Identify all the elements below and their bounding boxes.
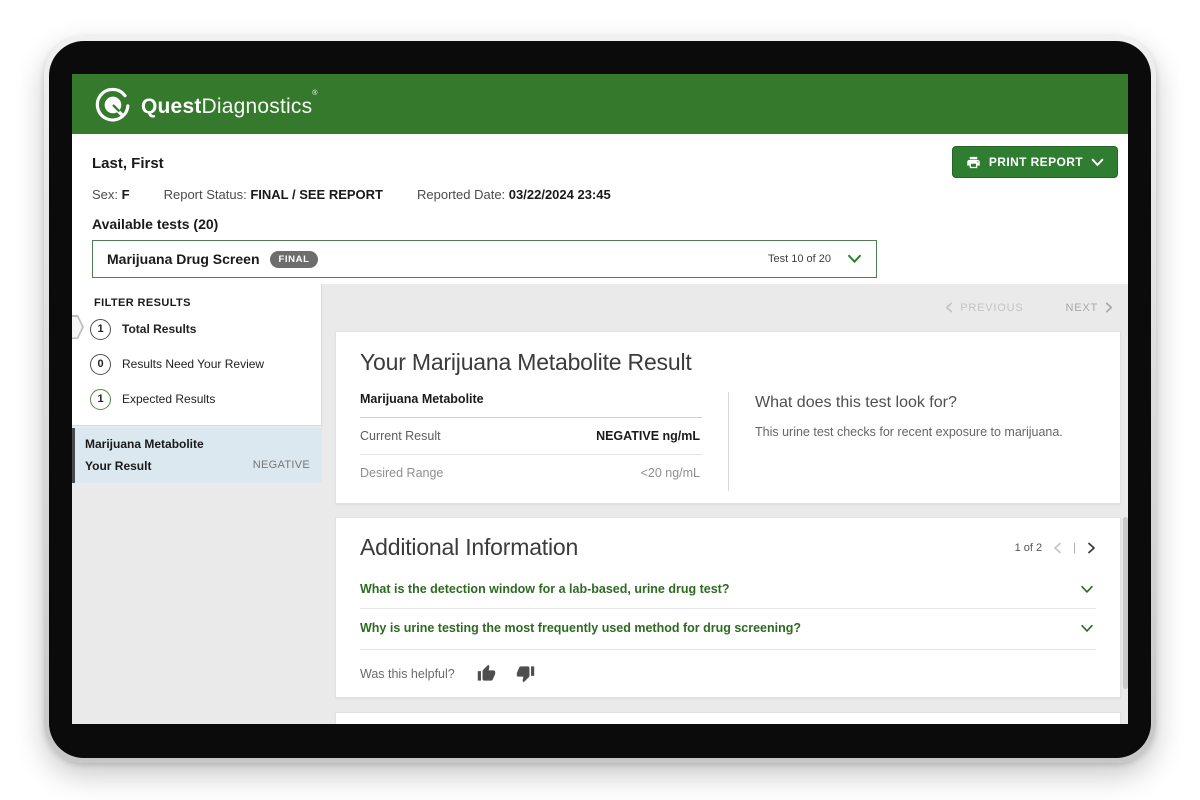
next-test-link[interactable]: NEXT bbox=[1065, 302, 1113, 314]
brand-trademark: ® bbox=[312, 90, 317, 97]
chevron-down-icon bbox=[847, 254, 862, 264]
sex-label: Sex: bbox=[92, 187, 118, 202]
scrollbar-thumb[interactable] bbox=[1123, 517, 1128, 689]
faq-list: What is the detection window for a lab-b… bbox=[360, 570, 1096, 647]
brand-wordmark: QuestDiagnostics® bbox=[141, 90, 318, 119]
brand-diagnostics: Diagnostics bbox=[202, 95, 313, 118]
sex-field: Sex: F bbox=[92, 187, 130, 202]
faq-question-text: Why is urine testing the most frequently… bbox=[360, 621, 801, 635]
table-row: Current Result NEGATIVE ng/mL bbox=[360, 418, 702, 455]
available-tests-label: Available tests (20) bbox=[92, 216, 1118, 232]
test-info-column: What does this test look for? This urine… bbox=[728, 392, 1096, 491]
test-info-title: What does this test look for? bbox=[755, 394, 1096, 412]
thumbs-up-icon bbox=[477, 664, 496, 683]
count-badge: 1 bbox=[90, 389, 111, 410]
reported-date-value: 03/22/2024 23:45 bbox=[509, 187, 611, 202]
desired-range-value: <20 ng/mL bbox=[641, 466, 700, 480]
helpful-prompt: Was this helpful? bbox=[360, 667, 455, 681]
test-position: Test 10 of 20 bbox=[768, 253, 831, 265]
filter-results-panel: FILTER RESULTS 1 Total Results 0 Results… bbox=[72, 284, 322, 426]
thumbs-down-button[interactable] bbox=[516, 664, 535, 683]
faq-question-urine-testing[interactable]: Why is urine testing the most frequently… bbox=[360, 608, 1096, 647]
chevron-right-icon bbox=[1087, 542, 1096, 554]
result-table-header: Marijuana Metabolite bbox=[360, 392, 702, 418]
chevron-left-icon bbox=[945, 302, 953, 313]
filter-item-label: Results Need Your Review bbox=[122, 357, 264, 371]
faq-next-button[interactable] bbox=[1087, 542, 1096, 554]
reported-date-label: Reported Date: bbox=[417, 187, 505, 202]
filter-item-total-results[interactable]: 1 Total Results bbox=[72, 314, 321, 344]
app-screen: QuestDiagnostics® Last, First PRINT REPO… bbox=[72, 74, 1128, 724]
chevron-left-icon bbox=[1053, 542, 1062, 554]
result-detail-area: PREVIOUS NEXT Your Marijuana Metabolite … bbox=[322, 284, 1128, 724]
thumbs-down-icon bbox=[516, 664, 535, 683]
result-item-label: Your Result bbox=[85, 459, 151, 473]
report-meta-row: Sex: F Report Status: FINAL / SEE REPORT… bbox=[92, 187, 1118, 202]
count-badge: 0 bbox=[90, 354, 111, 375]
additional-info-title: Additional Information bbox=[360, 534, 578, 561]
current-result-value: NEGATIVE ng/mL bbox=[596, 429, 700, 443]
result-item-title: Marijuana Metabolite bbox=[85, 437, 310, 451]
filter-item-label: Total Results bbox=[122, 322, 196, 336]
filter-sidebar: FILTER RESULTS 1 Total Results 0 Results… bbox=[72, 284, 322, 724]
chevron-down-icon bbox=[1091, 158, 1104, 167]
print-report-button[interactable]: PRINT REPORT bbox=[952, 146, 1118, 178]
results-content: FILTER RESULTS 1 Total Results 0 Results… bbox=[72, 284, 1128, 724]
test-pager: PREVIOUS NEXT bbox=[335, 284, 1121, 331]
printer-icon bbox=[966, 155, 981, 170]
sex-value: F bbox=[122, 187, 130, 202]
report-status-field: Report Status: FINAL / SEE REPORT bbox=[164, 187, 383, 202]
thumbs-up-button[interactable] bbox=[477, 664, 496, 683]
next-label: NEXT bbox=[1065, 302, 1098, 314]
chevron-down-icon bbox=[1080, 624, 1094, 633]
result-card-title: Your Marijuana Metabolite Result bbox=[360, 349, 1096, 376]
final-status-badge: FINAL bbox=[270, 251, 319, 268]
app-header: QuestDiagnostics® bbox=[72, 74, 1128, 134]
page-indicator: 1 of 2 bbox=[1015, 542, 1043, 554]
faq-pagination: 1 of 2 | bbox=[1015, 542, 1096, 554]
chevron-right-icon bbox=[1105, 302, 1113, 313]
brand-quest: Quest bbox=[141, 95, 202, 118]
current-result-label: Current Result bbox=[360, 429, 441, 443]
result-table: Marijuana Metabolite Current Result NEGA… bbox=[360, 392, 728, 491]
filter-item-label: Expected Results bbox=[122, 392, 215, 406]
result-list-item[interactable]: Marijuana Metabolite Your Result NEGATIV… bbox=[72, 428, 322, 483]
selected-test-name: Marijuana Drug Screen bbox=[107, 251, 260, 267]
faq-question-detection-window[interactable]: What is the detection window for a lab-b… bbox=[360, 570, 1096, 608]
patient-name: Last, First bbox=[92, 146, 164, 172]
result-item-value: NEGATIVE bbox=[253, 459, 310, 473]
previous-label: PREVIOUS bbox=[960, 302, 1023, 314]
report-status-label: Report Status: bbox=[164, 187, 247, 202]
additional-info-card: Additional Information 1 of 2 | bbox=[335, 517, 1121, 698]
filter-results-title: FILTER RESULTS bbox=[72, 297, 321, 309]
previous-test-link[interactable]: PREVIOUS bbox=[945, 302, 1023, 314]
tablet-frame: QuestDiagnostics® Last, First PRINT REPO… bbox=[44, 36, 1156, 763]
print-report-label: PRINT REPORT bbox=[989, 155, 1083, 169]
count-badge: 1 bbox=[90, 319, 111, 340]
faq-prev-button[interactable] bbox=[1053, 542, 1062, 554]
filter-item-expected-results[interactable]: 1 Expected Results bbox=[72, 384, 321, 414]
table-row: Desired Range <20 ng/mL bbox=[360, 455, 702, 491]
report-status-value: FINAL / SEE REPORT bbox=[250, 187, 383, 202]
chevron-down-icon bbox=[1080, 585, 1094, 594]
test-selector-dropdown[interactable]: Marijuana Drug Screen FINAL Test 10 of 2… bbox=[92, 240, 877, 278]
faq-question-text: What is the detection window for a lab-b… bbox=[360, 582, 729, 596]
tablet-bezel: QuestDiagnostics® Last, First PRINT REPO… bbox=[49, 41, 1151, 758]
feedback-row: Was this helpful? bbox=[360, 649, 1096, 683]
patient-info-band: Last, First PRINT REPORT Sex: F Report S… bbox=[72, 134, 1128, 284]
filter-item-need-review[interactable]: 0 Results Need Your Review bbox=[72, 349, 321, 379]
quest-logo-icon bbox=[94, 86, 131, 123]
result-card: Your Marijuana Metabolite Result Marijua… bbox=[335, 331, 1121, 504]
reported-date-field: Reported Date: 03/22/2024 23:45 bbox=[417, 187, 611, 202]
history-card: Your History bbox=[335, 712, 1121, 724]
desired-range-label: Desired Range bbox=[360, 466, 443, 480]
pagination-separator: | bbox=[1073, 542, 1076, 554]
test-info-body: This urine test checks for recent exposu… bbox=[755, 425, 1096, 439]
